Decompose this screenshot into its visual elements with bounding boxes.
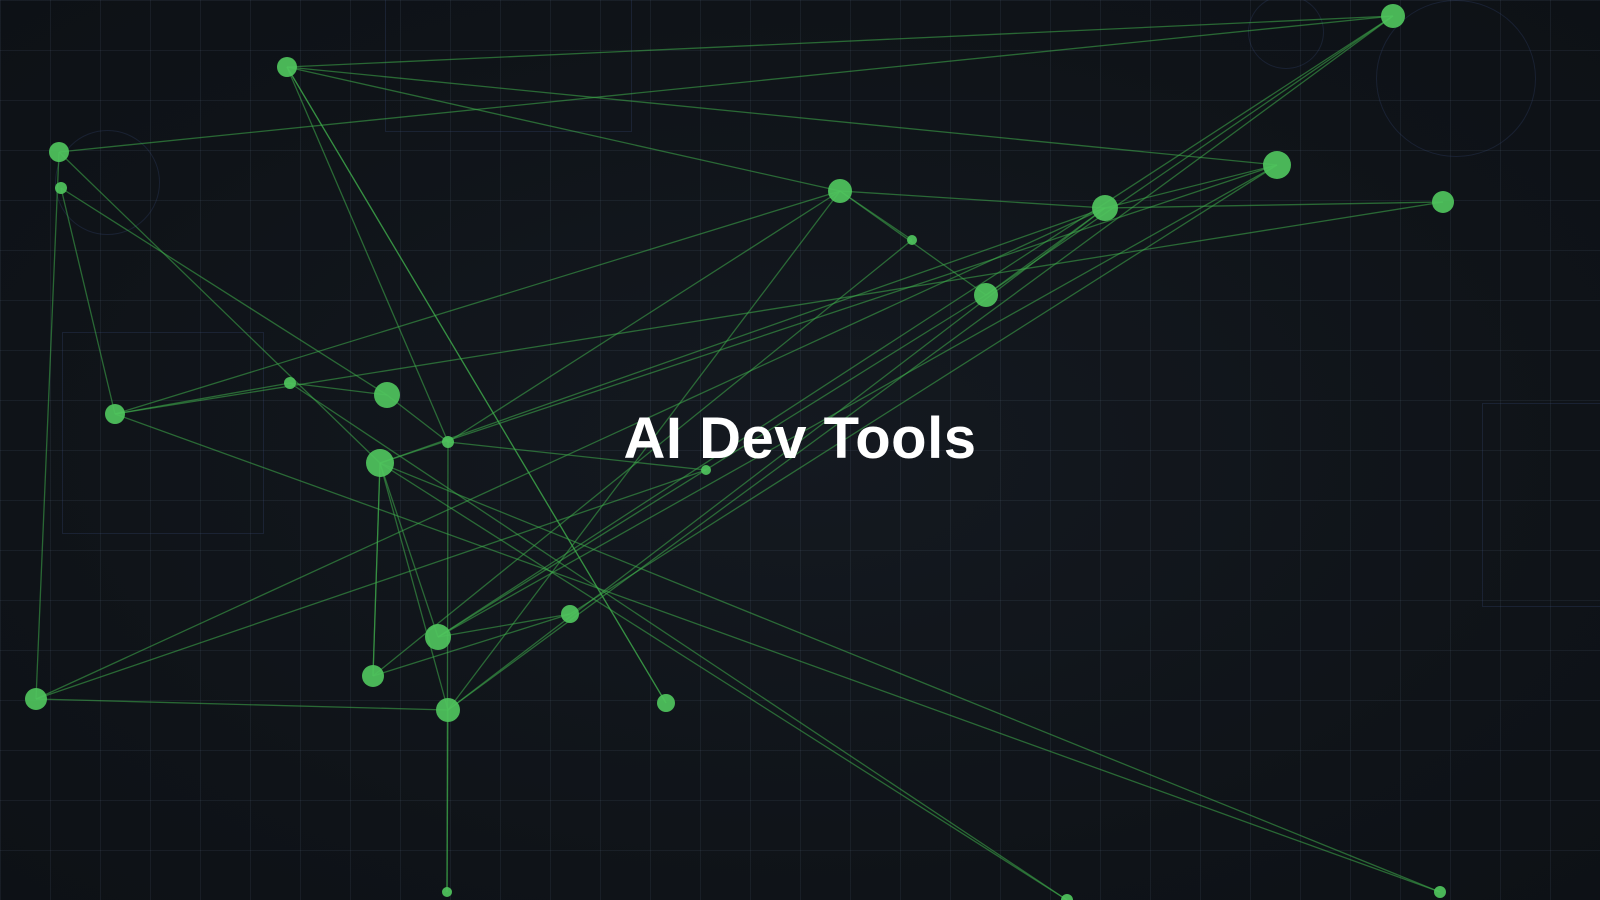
network-edge <box>379 462 1068 900</box>
network-edge <box>372 613 571 677</box>
network-edge <box>35 469 707 700</box>
network-edge <box>839 190 1106 209</box>
network-edge <box>35 698 449 711</box>
hero-canvas: AI Dev Tools <box>0 0 1600 900</box>
network-node <box>442 887 452 897</box>
network-node <box>1432 191 1454 213</box>
network-node <box>907 235 917 245</box>
network-node <box>561 605 579 623</box>
network-node <box>1092 195 1118 221</box>
network-node <box>1434 886 1446 898</box>
network-edge <box>114 201 1444 415</box>
network-edge <box>437 164 1278 638</box>
network-node <box>49 142 69 162</box>
network-node <box>436 698 460 722</box>
network-edge <box>839 190 913 241</box>
network-edge <box>372 462 381 677</box>
network-node <box>25 688 47 710</box>
network-edge <box>286 15 1394 68</box>
network-edge <box>60 187 116 415</box>
network-edge <box>379 462 439 638</box>
network-node <box>974 283 998 307</box>
network-edge <box>286 66 1278 166</box>
network-node <box>284 377 296 389</box>
page-title: AI Dev Tools <box>623 406 977 471</box>
network-node <box>425 624 451 650</box>
network-edge <box>447 15 1394 711</box>
network-edge <box>286 66 667 704</box>
network-node <box>657 694 675 712</box>
network-node <box>1263 151 1291 179</box>
network-node <box>277 57 297 77</box>
network-node <box>1061 894 1073 900</box>
network-edge <box>58 15 1394 153</box>
network-edge <box>569 164 1278 615</box>
network-node <box>55 182 67 194</box>
network-edge <box>286 66 841 192</box>
network-edge <box>114 190 841 415</box>
network-node <box>362 665 384 687</box>
network-node <box>1381 4 1405 28</box>
network-edge <box>985 15 1394 296</box>
network-edge <box>114 413 1441 893</box>
network-node <box>828 179 852 203</box>
network-edge <box>60 187 388 396</box>
